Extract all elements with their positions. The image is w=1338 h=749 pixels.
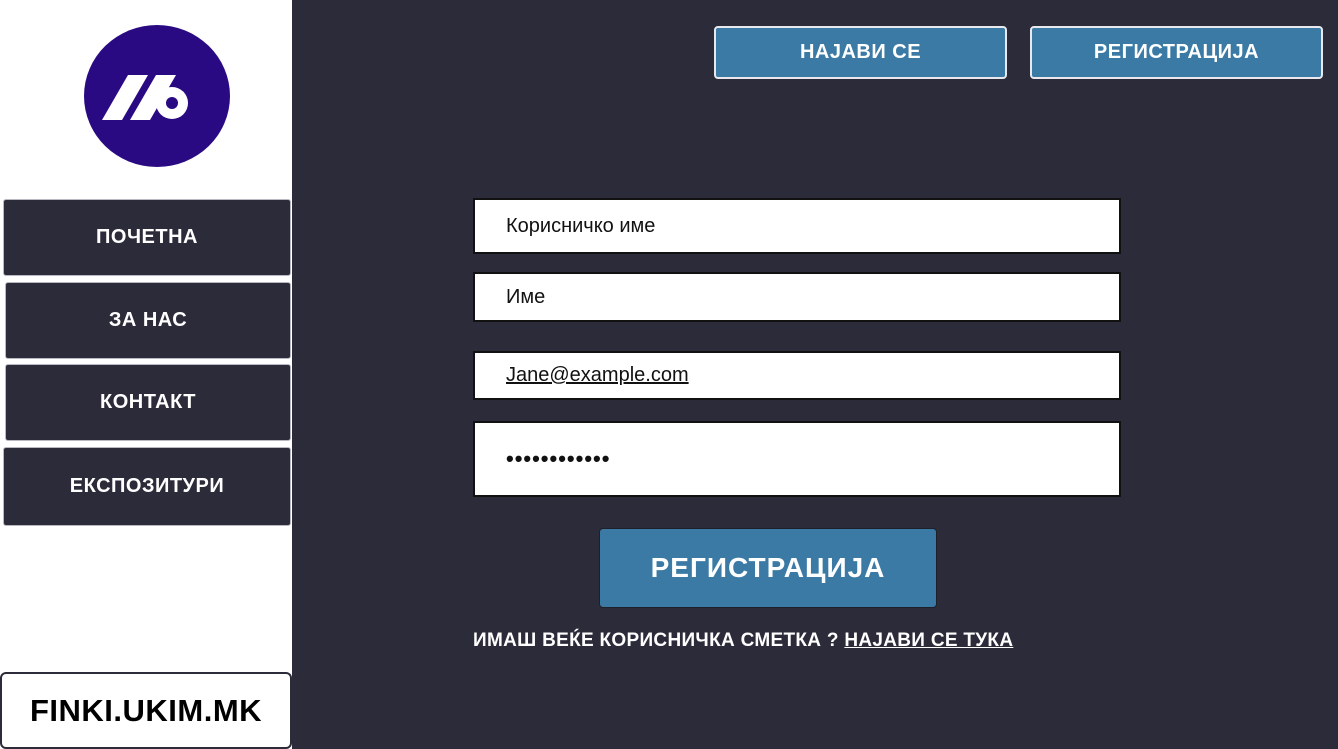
password-field[interactable]: •••••••••••• [473, 421, 1121, 497]
site-domain-text: FINKI.UKIM.MK [29, 692, 263, 728]
nav-branches-button[interactable]: ЕКСПОЗИТУРИ [3, 447, 291, 526]
nav-branches-label: ЕКСПОЗИТУРИ [69, 475, 225, 497]
login-prompt: ИМАШ ВЕЌЕ КОРИСНИЧКА СМЕТКА ? НАЈАВИ СЕ … [473, 630, 1013, 656]
register-button-label: РЕГИСТРАЦИЈА [1093, 41, 1260, 63]
name-field[interactable]: Име [473, 272, 1121, 322]
email-value: Jane@example.com [506, 364, 689, 386]
username-placeholder: Корисничко име [506, 214, 656, 237]
name-placeholder: Име [506, 285, 546, 308]
sidebar: ПОЧЕТНА ЗА НАС КОНТАКТ ЕКСПОЗИТУРИ FINKI… [0, 0, 292, 749]
nav-home-label: ПОЧЕТНА [96, 226, 198, 248]
nav-contact-label: КОНТАКТ [99, 391, 197, 413]
nav-about-label: ЗА НАС [108, 309, 188, 331]
nav-home-button[interactable]: ПОЧЕТНА [3, 199, 291, 276]
username-field[interactable]: Корисничко име [473, 198, 1121, 254]
login-here-link[interactable]: НАЈАВИ СЕ ТУКА [844, 630, 1013, 651]
login-button[interactable]: НАЈАВИ СЕ [714, 26, 1007, 79]
login-prompt-text: ИМАШ ВЕЌЕ КОРИСНИЧКА СМЕТКА ? [473, 630, 839, 651]
login-button-label: НАЈАВИ СЕ [799, 41, 922, 63]
password-value: •••••••••••• [506, 446, 611, 471]
nav-contact-button[interactable]: КОНТАКТ [5, 364, 291, 441]
register-button[interactable]: РЕГИСТРАЦИЈА [1030, 26, 1323, 79]
submit-register-button[interactable]: РЕГИСТРАЦИЈА [599, 528, 937, 608]
email-field[interactable]: Jane@example.com [473, 351, 1121, 400]
brand-logo-icon[interactable] [84, 25, 230, 167]
site-domain-label[interactable]: FINKI.UKIM.MK [0, 672, 292, 749]
submit-register-label: РЕГИСТРАЦИЈА [650, 552, 886, 583]
nav-about-button[interactable]: ЗА НАС [5, 282, 291, 359]
